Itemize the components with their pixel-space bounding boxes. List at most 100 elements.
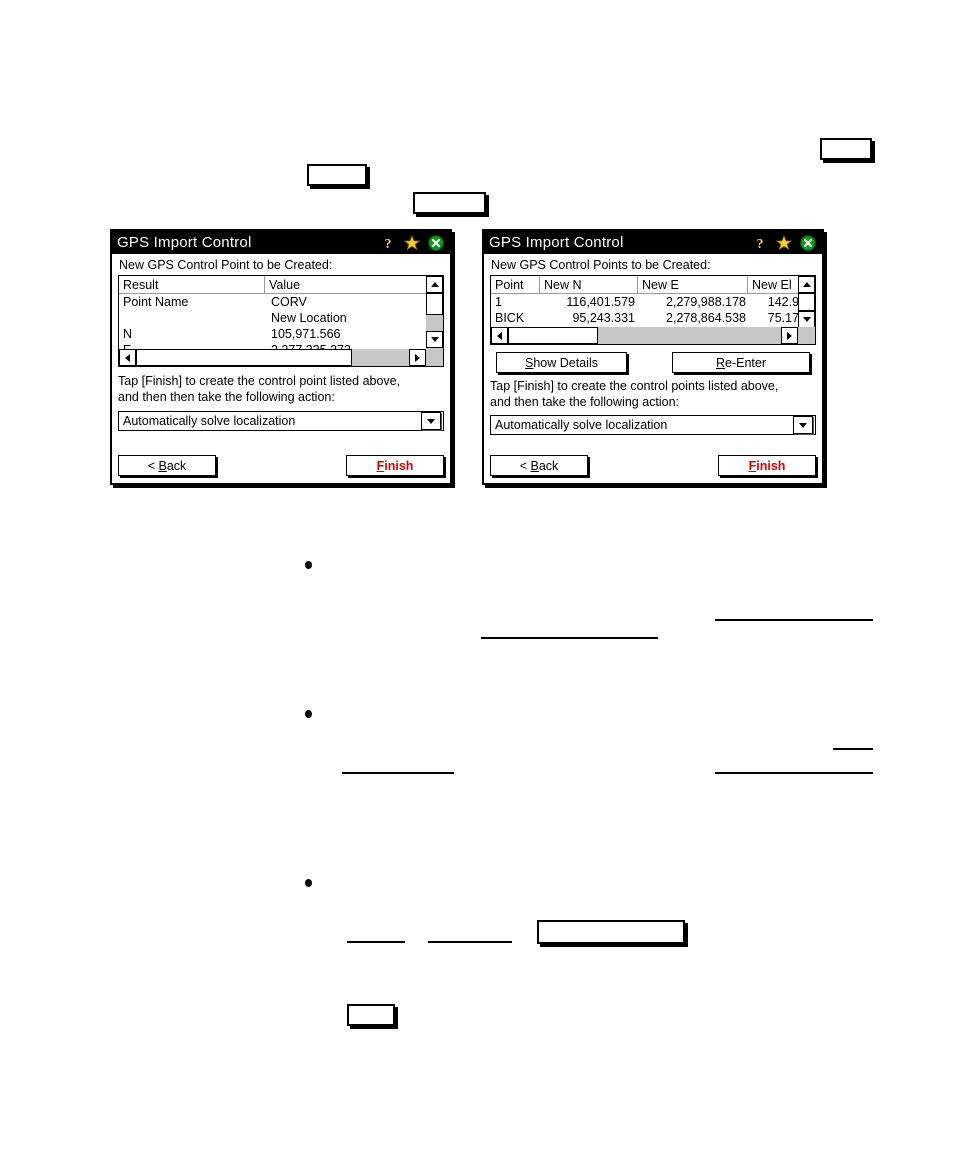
scroll-up-button[interactable] — [798, 276, 815, 293]
table-row[interactable]: N 105,971.566 — [119, 326, 443, 342]
table-row[interactable]: 1 116,401.579 2,279,988.178 142.99 — [491, 294, 815, 310]
chevron-down-glyph — [799, 422, 807, 428]
cell-value: 105,971.566 — [271, 327, 341, 341]
cell-new-n: 116,401.579 — [566, 295, 635, 309]
horizontal-scroll-track[interactable] — [352, 349, 409, 366]
table-row[interactable]: New Location — [119, 310, 443, 326]
horizontal-scroll-thumb[interactable] — [508, 327, 598, 344]
dialog-button-bar: < Back Finish — [490, 455, 816, 476]
blank-box-upper-left — [307, 164, 367, 186]
blank-rule-2 — [481, 637, 658, 639]
back-button-label: < Back — [147, 458, 187, 473]
results-grid[interactable]: Result Value Point Name CORV New Locatio… — [118, 275, 444, 367]
finish-instruction-line1: Tap [Finish] to create the control point… — [118, 374, 401, 388]
finish-button[interactable]: Finish — [718, 455, 816, 476]
blank-rule-5 — [715, 772, 873, 774]
grid-action-button-bar: Show Details Re-Enter — [490, 352, 816, 373]
chevron-down-icon[interactable] — [793, 416, 813, 434]
finish-instruction-line2: and then take the following action: — [490, 394, 680, 409]
chevron-up-icon — [430, 282, 439, 287]
titlebar-icon-group: ? — [380, 234, 450, 252]
scroll-right-button[interactable] — [409, 349, 426, 366]
chevron-down-glyph — [427, 418, 435, 424]
back-button-label: < Back — [519, 458, 559, 473]
grid-horizontal-scrollbar[interactable] — [119, 349, 443, 366]
grid-vertical-scrollbar[interactable] — [426, 276, 443, 350]
scroll-left-button[interactable] — [119, 349, 136, 366]
grid-header-result: Result — [119, 276, 265, 293]
horizontal-scroll-track[interactable] — [598, 327, 781, 344]
help-icon[interactable]: ? — [752, 235, 768, 252]
dialog-title: GPS Import Control — [489, 234, 624, 251]
cell-value: New Location — [271, 311, 347, 325]
help-icon[interactable]: ? — [380, 235, 396, 252]
show-details-button[interactable]: Show Details — [496, 352, 627, 373]
grid-body[interactable]: Point Name CORV New Location N 105,971.5… — [119, 294, 443, 350]
table-row[interactable]: BICK 95,243.331 2,278,864.538 75.172 — [491, 310, 815, 326]
chevron-right-icon — [787, 331, 792, 340]
svg-text:?: ? — [757, 237, 764, 251]
dialog-titlebar: GPS Import Control ? — [484, 231, 822, 254]
dialog-titlebar: GPS Import Control ? — [112, 231, 450, 254]
re-enter-button-label: Re-Enter — [715, 355, 767, 370]
finish-instruction: Tap [Finish] to create the control point… — [490, 379, 816, 410]
re-enter-button[interactable]: Re-Enter — [672, 352, 810, 373]
dialog-button-bar: < Back Finish — [118, 455, 444, 476]
gps-import-control-dialog-multi[interactable]: GPS Import Control ? New GPS Control Poi… — [482, 229, 824, 485]
blank-rule-3 — [833, 748, 873, 750]
post-action-selected-value: Automatically solve localization — [495, 418, 668, 432]
chevron-left-icon — [125, 353, 130, 362]
scroll-up-button[interactable] — [426, 276, 443, 293]
cell-new-n: 95,243.331 — [572, 311, 635, 325]
blank-box-bottom — [347, 1004, 395, 1026]
gps-import-control-dialog-single[interactable]: GPS Import Control ? New GPS Control Poi… — [110, 229, 452, 485]
points-grid[interactable]: Point New N New E New El 1 116,401.579 2… — [490, 275, 816, 345]
grid-header-row: Result Value — [119, 276, 443, 294]
favorites-star-icon[interactable] — [775, 234, 793, 251]
blank-box-upper-mid — [413, 192, 486, 214]
chevron-down-icon[interactable] — [421, 412, 441, 430]
cell-result: N — [123, 327, 133, 341]
chevron-up-icon — [802, 282, 811, 287]
cell-new-e: 2,279,988.178 — [666, 295, 746, 309]
show-details-button-label: Show Details — [525, 355, 598, 370]
titlebar-icon-group: ? — [752, 234, 822, 252]
cell-value: CORV — [271, 295, 307, 309]
vertical-scroll-thumb[interactable] — [798, 293, 815, 311]
cell-result: Point Name — [123, 295, 189, 309]
grid-body[interactable]: 1 116,401.579 2,279,988.178 142.99 BICK … — [491, 294, 815, 328]
close-icon[interactable] — [800, 234, 816, 251]
cell-new-e: 2,278,864.538 — [666, 311, 746, 325]
bullet-2 — [305, 710, 312, 718]
grid-header-value: Value — [265, 276, 430, 293]
blank-rule-1 — [715, 619, 873, 621]
scroll-right-button[interactable] — [781, 327, 798, 344]
grid-header-row: Point New N New E New El — [491, 276, 815, 294]
back-button[interactable]: < Back — [118, 455, 216, 476]
vertical-scroll-thumb[interactable] — [426, 293, 443, 315]
post-action-selected-value: Automatically solve localization — [123, 414, 296, 428]
blank-box-top-right — [820, 138, 872, 160]
finish-button-label: Finish — [748, 458, 786, 473]
svg-text:?: ? — [385, 237, 392, 251]
grid-horizontal-scrollbar[interactable] — [491, 327, 815, 344]
scroll-left-button[interactable] — [491, 327, 508, 344]
dialog-subtitle-label: New GPS Control Point to be Created: — [119, 258, 333, 272]
bullet-3 — [305, 879, 312, 887]
finish-button[interactable]: Finish — [346, 455, 444, 476]
favorites-star-icon[interactable] — [403, 234, 421, 251]
horizontal-scroll-thumb[interactable] — [136, 349, 352, 366]
scroll-down-button[interactable] — [798, 311, 815, 328]
chevron-down-icon — [802, 317, 811, 322]
blank-rule-4 — [342, 772, 454, 774]
table-row[interactable]: Point Name CORV — [119, 294, 443, 310]
scrollbar-corner — [426, 349, 443, 366]
scroll-down-button[interactable] — [426, 331, 443, 348]
post-action-dropdown[interactable]: Automatically solve localization — [118, 411, 444, 431]
finish-button-label: Finish — [376, 458, 414, 473]
close-icon[interactable] — [428, 234, 444, 251]
back-button[interactable]: < Back — [490, 455, 588, 476]
post-action-dropdown[interactable]: Automatically solve localization — [490, 415, 816, 435]
grid-vertical-scrollbar[interactable] — [798, 276, 815, 328]
blank-box-lower-wide — [537, 920, 685, 944]
